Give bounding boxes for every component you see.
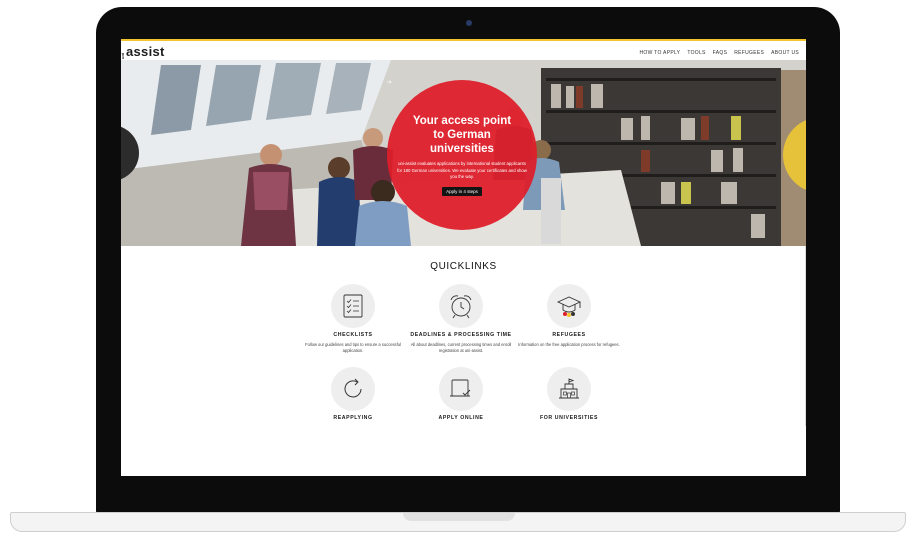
quicklink-icon-circle [439, 367, 483, 411]
refresh-icon [344, 378, 362, 398]
university-building-icon [559, 378, 579, 399]
hero-title: Your access point to German universities [412, 115, 512, 156]
nav-item-refugees[interactable]: REFUGEES [734, 50, 764, 56]
site-logo[interactable]: uni assist [121, 44, 165, 59]
alarm-clock-icon [450, 295, 472, 319]
quicklink-icon-circle [331, 367, 375, 411]
main-navigation: HOW TO APPLY TOOLS FAQS REFUGEES ABOUT U… [639, 50, 799, 56]
nav-item-tools[interactable]: TOOLS [687, 50, 705, 56]
quicklink-reapplying[interactable]: REAPPLYING [293, 367, 413, 421]
quicklink-refugees[interactable]: REFUGEES Information on the free applica… [509, 284, 629, 348]
quicklink-icon-circle [331, 284, 375, 328]
nav-item-about-us[interactable]: ABOUT US [771, 50, 799, 56]
hero-callout-circle: Your access point to German universities… [387, 80, 537, 230]
webcam [466, 20, 472, 26]
tablet-check-icon [450, 379, 471, 397]
arrow-right-icon [387, 80, 392, 84]
nav-item-how-to-apply[interactable]: HOW TO APPLY [639, 50, 680, 56]
quicklink-label: DEADLINES & PROCESSING TIME [410, 332, 512, 338]
quicklink-label: FOR UNIVERSITIES [539, 415, 599, 421]
quicklink-apply-online[interactable]: APPLY ONLINE [401, 367, 521, 421]
quicklink-label: REFUGEES [552, 332, 586, 338]
logo-prefix: uni [121, 53, 125, 59]
quicklink-label: APPLY ONLINE [438, 415, 484, 421]
quicklinks-heading: QUICKLINKS [430, 261, 497, 272]
nav-item-faqs[interactable]: FAQS [713, 50, 728, 56]
hero-banner: Your access point to German universities… [121, 60, 806, 246]
quicklink-icon-circle [547, 367, 591, 411]
quicklink-icon-circle [547, 284, 591, 328]
quicklink-description: All about deadlines, current processing … [410, 342, 512, 353]
accent-top-line [121, 39, 806, 41]
logo-wordmark: assist [126, 44, 165, 59]
quicklink-description: Follow our guidelines and tips to ensure… [305, 342, 401, 353]
apply-steps-label: Apply in 4 steps [446, 188, 478, 194]
quicklink-deadlines[interactable]: DEADLINES & PROCESSING TIME All about de… [401, 284, 521, 353]
hero-subtitle: uni-assist evaluates applications by int… [397, 161, 527, 180]
quicklink-checklists[interactable]: CHECKLISTS Follow our guidelines and tip… [293, 284, 413, 353]
page-edge-divider [805, 246, 806, 426]
quicklink-icon-circle [439, 284, 483, 328]
quicklink-label: REAPPLYING [333, 415, 373, 421]
graduation-cap-icon [556, 296, 582, 317]
quicklink-label: CHECKLISTS [333, 332, 373, 338]
quicklink-for-universities[interactable]: FOR UNIVERSITIES [509, 367, 629, 421]
quicklink-description: Information on the free application proc… [518, 342, 620, 347]
checklist-icon [343, 294, 363, 318]
website-screen: uni assist HOW TO APPLY TOOLS FAQS REFUG… [121, 39, 806, 476]
laptop-notch [403, 513, 515, 521]
apply-steps-button[interactable]: Apply in 4 steps [387, 80, 482, 196]
